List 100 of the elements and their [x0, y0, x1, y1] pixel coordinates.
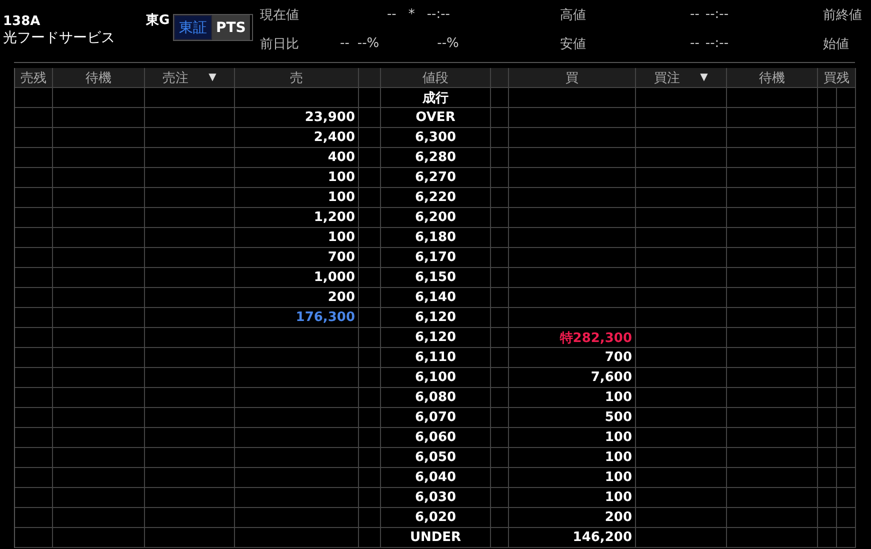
column-header[interactable]: 待機 [53, 68, 145, 88]
price-level: 6,040 [381, 468, 491, 488]
price-level: 6,080 [381, 388, 491, 408]
table-cell [491, 308, 509, 328]
column-header[interactable]: 待機 [727, 68, 818, 88]
price-level: 6,110 [381, 348, 491, 368]
column-header[interactable]: 売注 ▼ [145, 68, 235, 88]
table-cell [491, 188, 509, 208]
venue-tab[interactable]: 東証 [174, 15, 212, 40]
table-cell [491, 468, 509, 488]
field-value: -- [690, 7, 700, 22]
table-cell [818, 268, 856, 288]
field-value: --:-- [705, 36, 729, 51]
buy-quantity: 100 [509, 468, 636, 488]
table-cell [491, 288, 509, 308]
table-cell [359, 328, 381, 348]
table-cell [491, 368, 509, 388]
table-cell [818, 248, 856, 268]
table-cell [15, 328, 53, 348]
buy-quantity: 700 [509, 348, 636, 368]
sell-quantity: 2,400 [235, 128, 359, 148]
table-cell [15, 508, 53, 528]
header-cell [359, 68, 381, 88]
table-cell [359, 468, 381, 488]
buy-quantity: 500 [509, 408, 636, 428]
table-cell [491, 148, 509, 168]
field-value: --:-- [705, 7, 729, 22]
buy-quantity: 特282,300 [509, 328, 636, 348]
column-header[interactable]: 売 [235, 68, 359, 88]
table-cell [491, 408, 509, 428]
table-cell [818, 288, 856, 308]
table-cell [359, 248, 381, 268]
table-cell [818, 328, 856, 348]
field-value: -- [690, 36, 700, 51]
table-cell [491, 88, 509, 108]
buy-quantity: 7,600 [509, 368, 636, 388]
table-cell [359, 268, 381, 288]
price-level: 6,150 [381, 268, 491, 288]
table-cell [15, 408, 53, 428]
table-cell [359, 148, 381, 168]
table-cell [491, 348, 509, 368]
sell-quantity: 100 [235, 168, 359, 188]
venue-tab[interactable]: PTS [212, 15, 250, 40]
buy-quantity: 200 [509, 508, 636, 528]
table-cell [491, 448, 509, 468]
table-cell [818, 208, 856, 228]
table-cell [15, 268, 53, 288]
table-cell [818, 428, 856, 448]
table-cell [818, 308, 856, 328]
market-label: 東G [146, 12, 171, 29]
price-level: 6,180 [381, 228, 491, 248]
column-header[interactable]: 値段 [381, 68, 491, 88]
field-value: --:-- [426, 7, 450, 22]
company-name: 光フードサービス [2, 29, 116, 47]
field-value: -- [340, 36, 350, 51]
price-level: 6,300 [381, 128, 491, 148]
table-cell [491, 268, 509, 288]
table-cell [359, 528, 381, 548]
column-header[interactable]: 売残 [15, 68, 53, 88]
column-header[interactable]: 買注 ▼ [636, 68, 727, 88]
field-label: 前終値 [823, 6, 863, 24]
price-level: 6,120 [381, 328, 491, 348]
table-cell [818, 88, 856, 108]
sell-quantity: 400 [235, 148, 359, 168]
sort-icon[interactable]: ▼ [700, 72, 708, 83]
table-cell [15, 128, 53, 148]
table-cell [818, 448, 856, 468]
column-header[interactable]: 買残 [818, 68, 856, 88]
table-cell [491, 228, 509, 248]
table-cell [15, 108, 53, 128]
table-cell [15, 288, 53, 308]
table-cell [818, 348, 856, 368]
table-cell [359, 308, 381, 328]
sell-quantity: 200 [235, 288, 359, 308]
table-cell [15, 88, 53, 108]
table-cell [491, 168, 509, 188]
table-cell [491, 388, 509, 408]
field-value: * [408, 7, 415, 22]
price-level: 6,060 [381, 428, 491, 448]
table-cell [15, 348, 53, 368]
table-cell [818, 228, 856, 248]
table-cell [491, 508, 509, 528]
price-level: OVER [381, 108, 491, 128]
price-level: 6,120 [381, 308, 491, 328]
table-cell [818, 528, 856, 548]
table-cell [359, 168, 381, 188]
sell-quantity: 700 [235, 248, 359, 268]
price-level: 6,270 [381, 168, 491, 188]
sort-icon[interactable]: ▼ [208, 72, 216, 83]
field-value: --% [437, 36, 459, 51]
table-cell [359, 288, 381, 308]
sell-quantity: 23,900 [235, 108, 359, 128]
table-cell [15, 428, 53, 448]
field-label: 安値 [560, 36, 587, 52]
table-cell [359, 208, 381, 228]
price-level: 6,020 [381, 508, 491, 528]
column-header[interactable]: 買 [509, 68, 636, 88]
price-level: 6,220 [381, 188, 491, 208]
table-cell [15, 528, 53, 548]
buy-quantity: 100 [509, 448, 636, 468]
